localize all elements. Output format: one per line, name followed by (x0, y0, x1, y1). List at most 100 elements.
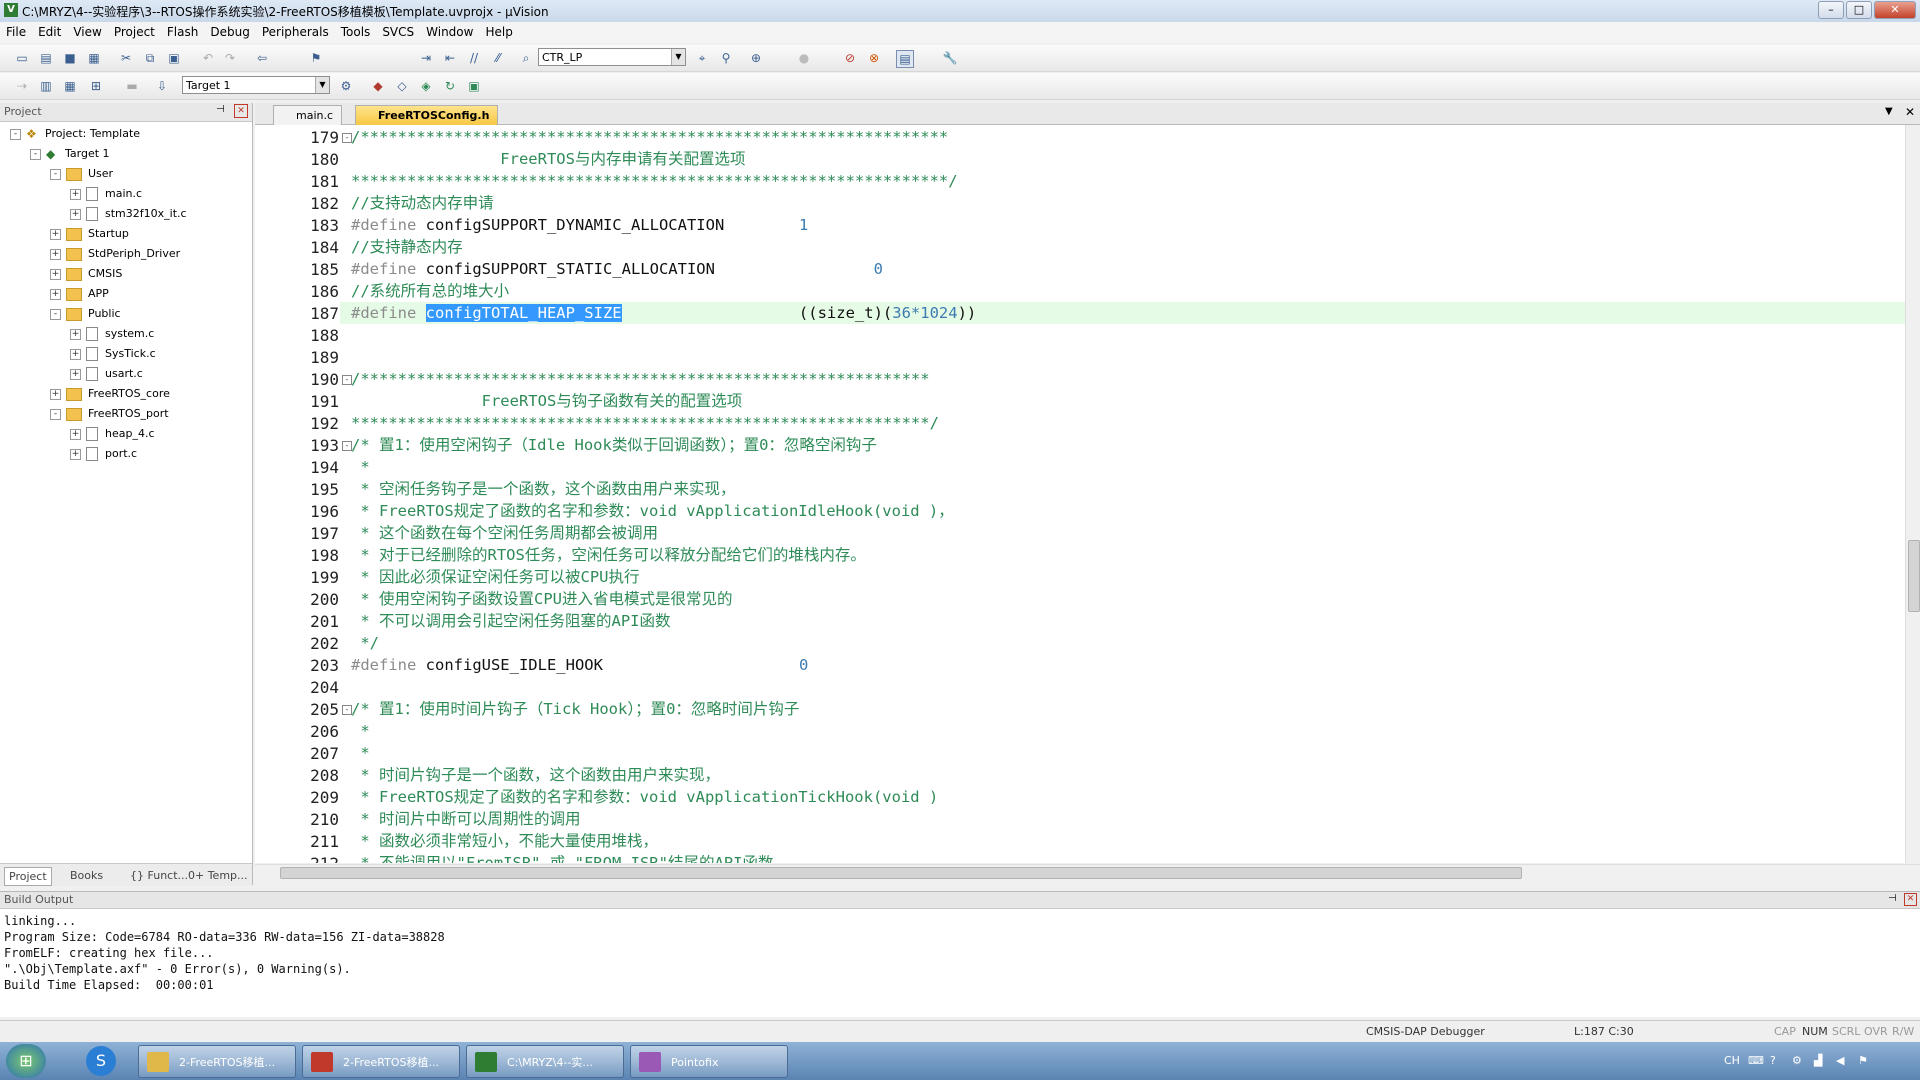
tree-item-folder[interactable]: - User (50, 165, 113, 183)
start-button[interactable]: ⊞ (6, 1044, 46, 1078)
tree-item-file[interactable]: + system.c (70, 325, 154, 343)
close-tab-icon[interactable]: ✕ (1905, 105, 1915, 119)
code-line[interactable]: * 函数必须非常短小，不能大量使用堆栈， (351, 830, 658, 852)
save-all-icon[interactable]: ▦ (86, 50, 102, 66)
pack-installer-icon[interactable]: ◈ (418, 78, 434, 94)
unindent-icon[interactable]: ⇤ (442, 50, 458, 66)
code-line[interactable]: * (351, 720, 369, 742)
expand-icon[interactable]: + (50, 248, 61, 260)
undo-icon[interactable]: ↶ (200, 50, 216, 66)
select-software-packs-icon[interactable]: ↻ (442, 78, 458, 94)
incremental-find-icon[interactable]: ⌖ (694, 50, 710, 66)
code-line[interactable]: * FreeRTOS规定了函数的名字和参数：void vApplicationI… (351, 500, 953, 522)
code-line[interactable]: /* 置1：使用空闲钩子（Idle Hook类似于回调函数）；置0：忽略空闲钩子 (351, 434, 877, 456)
taskbar-app-pointofix[interactable]: Pointofix (630, 1045, 788, 1078)
menu-help[interactable]: Help (479, 22, 518, 39)
code-area[interactable]: -/**************************************… (255, 125, 1905, 863)
tree-item-file[interactable]: + port.c (70, 445, 137, 463)
collapse-icon[interactable]: - (50, 168, 61, 180)
close-icon[interactable]: ✕ (1904, 893, 1917, 906)
expand-icon[interactable]: + (70, 448, 81, 460)
expand-icon[interactable]: + (70, 328, 81, 340)
taskbar-app-pdf[interactable]: 2-FreeRTOS移植... (302, 1045, 460, 1078)
code-line[interactable]: #define configTOTAL_HEAP_SIZE ((size_t)(… (351, 302, 976, 324)
collapse-icon[interactable]: - (10, 128, 21, 140)
copy-icon[interactable]: ⧉ (142, 50, 158, 66)
code-line[interactable]: /***************************************… (351, 126, 948, 148)
pin-icon[interactable]: ⊣ (1888, 893, 1897, 904)
code-line[interactable]: //系统所有总的堆大小 (351, 280, 509, 302)
window-layout-icon[interactable]: ▤ (896, 50, 914, 68)
tree-item-folder[interactable]: + FreeRTOS_core (50, 385, 170, 403)
chevron-down-icon[interactable]: ▼ (315, 77, 329, 93)
expand-icon[interactable]: + (70, 428, 81, 440)
code-line[interactable]: FreeRTOS与钩子函数有关的配置选项 (351, 390, 743, 412)
target-options-icon[interactable]: ⚙ (338, 78, 354, 94)
kill-breakpoints-icon[interactable]: ⊗ (866, 50, 882, 66)
menu-window[interactable]: Window (420, 22, 479, 39)
menu-view[interactable]: View (67, 22, 107, 39)
open-folder-icon[interactable]: ▤ (38, 50, 54, 66)
expand-icon[interactable]: + (70, 348, 81, 360)
code-line[interactable]: * 对于已经删除的RTOS任务，空闲任务可以释放分配给它们的堆栈内存。 (351, 544, 866, 566)
menu-file[interactable]: File (0, 22, 32, 39)
tree-item-project[interactable]: - ❖ Project: Template (10, 125, 140, 143)
tree-item-file[interactable]: + usart.c (70, 365, 143, 383)
tree-item-target[interactable]: - ◆ Target 1 (30, 145, 110, 163)
code-line[interactable]: * 空闲任务钩子是一个函数，这个函数由用户来实现， (351, 478, 735, 500)
code-line[interactable]: * 因此必须保证空闲任务可以被CPU执行 (351, 566, 639, 588)
menu-svcs[interactable]: SVCS (376, 22, 420, 39)
tree-item-folder[interactable]: + APP (50, 285, 109, 303)
tab-project[interactable]: Project (4, 867, 52, 886)
code-line[interactable]: /***************************************… (351, 368, 930, 390)
navigate-back-icon[interactable]: ⇦ (254, 50, 270, 66)
zoom-icon[interactable]: ⊕ (748, 50, 764, 66)
breakpoint-icon[interactable]: ⊘ (842, 50, 858, 66)
tree-item-file[interactable]: + SysTick.c (70, 345, 156, 363)
tree-item-file[interactable]: + heap_4.c (70, 425, 155, 443)
code-line[interactable]: //支持动态内存申请 (351, 192, 494, 214)
input-language-indicator[interactable]: CH (1724, 1054, 1740, 1067)
tree-item-file[interactable]: + main.c (70, 185, 142, 203)
menu-tools[interactable]: Tools (335, 22, 377, 39)
run-time-environment-icon[interactable]: ▣ (466, 78, 482, 94)
menu-peripherals[interactable]: Peripherals (256, 22, 335, 39)
tree-item-folder[interactable]: + StdPeriph_Driver (50, 245, 180, 263)
settings-icon[interactable]: ⚙ (1792, 1054, 1802, 1067)
collapse-icon[interactable]: - (50, 408, 61, 420)
collapse-icon[interactable]: - (50, 308, 61, 320)
close-button[interactable]: ✕ (1874, 1, 1916, 19)
paste-icon[interactable]: ▣ (166, 50, 182, 66)
chevron-down-icon[interactable]: ▼ (671, 49, 685, 65)
taskbar-app-explorer[interactable]: 2-FreeRTOS移植... (138, 1045, 296, 1078)
tab-functions[interactable]: {} Funct... (126, 867, 192, 884)
expand-icon[interactable]: + (50, 268, 61, 280)
tree-item-folder[interactable]: - Public (50, 305, 121, 323)
bookmark-icon[interactable]: ⚑ (308, 50, 324, 66)
target-combo[interactable]: Target 1 ▼ (182, 76, 330, 94)
find-icon[interactable]: ⚲ (718, 50, 734, 66)
expand-icon[interactable]: + (70, 188, 81, 200)
start-debug-icon[interactable]: ● (796, 50, 812, 66)
code-line[interactable]: * 时间片钩子是一个函数，这个函数由用户来实现， (351, 764, 720, 786)
code-line[interactable]: /* 置1：使用时间片钩子（Tick Hook）；置0：忽略时间片钩子 (351, 698, 799, 720)
code-line[interactable]: */ (351, 632, 379, 654)
code-editor[interactable]: 179 180 181 182 183 184 185 186 187 188 189 190 191 1… (255, 125, 1905, 863)
find-combo[interactable]: CTR_LP ▼ (538, 48, 686, 66)
code-line[interactable]: * (351, 456, 369, 478)
code-line[interactable]: ****************************************… (351, 412, 939, 434)
indent-icon[interactable]: ⇥ (418, 50, 434, 66)
volume-icon[interactable]: ◀ (1836, 1054, 1844, 1067)
find-in-files-icon[interactable]: ⌕ (518, 50, 534, 66)
menu-debug[interactable]: Debug (204, 22, 255, 39)
horizontal-scroll-thumb[interactable] (280, 867, 1522, 879)
tree-item-folder[interactable]: + Startup (50, 225, 129, 243)
tree-item-file[interactable]: + stm32f10x_it.c (70, 205, 187, 223)
code-line[interactable]: //支持静态内存 (351, 236, 463, 258)
close-icon[interactable]: ✕ (234, 104, 248, 118)
tab-templates[interactable]: 0+ Temp... (184, 867, 252, 884)
taskbar-app-uvision[interactable]: C:\MRYZ\4--实... (466, 1045, 624, 1078)
flag-icon[interactable]: ⚑ (1858, 1054, 1868, 1067)
manage-components-icon[interactable]: ◇ (394, 78, 410, 94)
tab-books[interactable]: Books (66, 867, 107, 884)
